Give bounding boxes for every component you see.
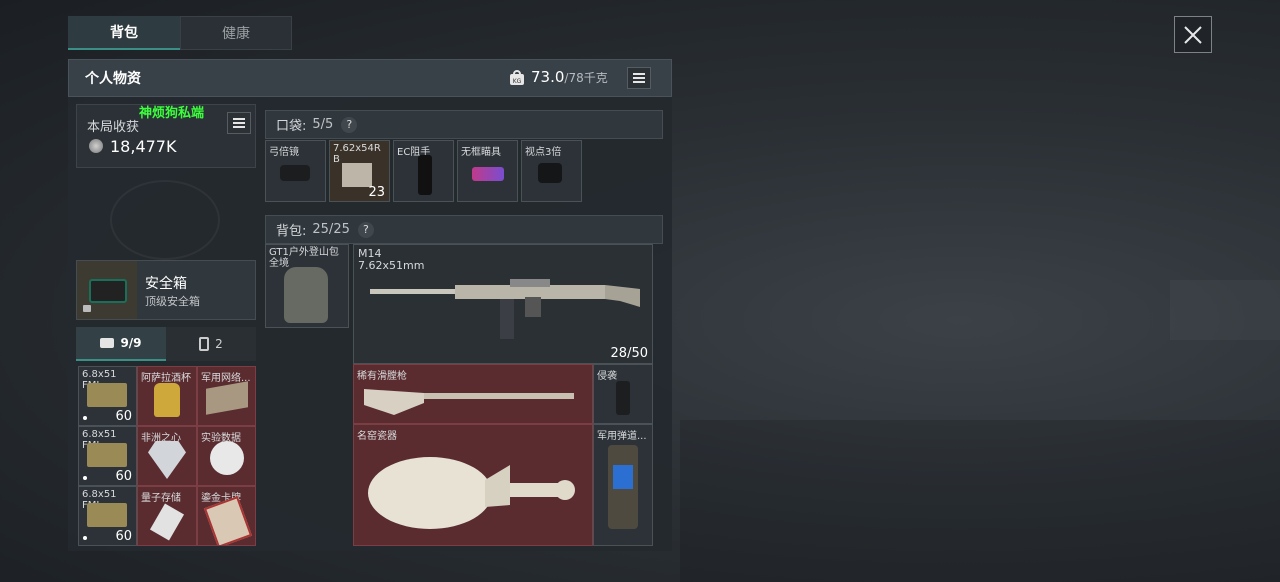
safe-box-title: 安全箱 <box>145 276 187 292</box>
background-crate <box>1170 280 1280 340</box>
pocket-slot[interactable]: 弓倍镜 <box>265 140 326 202</box>
emblem-watermark <box>110 180 220 260</box>
stash-slot[interactable]: 6.8x51 FMJ60 <box>78 486 137 546</box>
backpack-label: 背包: <box>276 224 307 239</box>
kg-weight-icon: KG <box>510 70 524 85</box>
stash-slot[interactable]: 阿萨拉酒杯 <box>137 366 197 426</box>
weight-indicator: KG 73.0 /78千克 <box>509 68 608 86</box>
stash-slot[interactable]: 6.8x51 FMJ60 <box>78 366 137 426</box>
list-icon <box>633 73 645 83</box>
grip-slot[interactable]: 侵袭 <box>593 364 653 424</box>
header-menu-button[interactable] <box>627 67 651 89</box>
item-count: 60 <box>115 529 132 544</box>
list-icon <box>233 118 245 128</box>
case-icon <box>199 337 210 351</box>
backpack-section-bar: 背包: 25/25 ? <box>265 215 663 244</box>
close-icon <box>1184 25 1202 44</box>
safe-box-image <box>77 261 137 319</box>
earnings-label: 本局收获 <box>87 120 140 135</box>
vase-image <box>368 457 575 529</box>
bag-slot[interactable]: GT1户外登山包 全境 <box>265 244 349 328</box>
pocket-count: 5/5 <box>312 117 334 132</box>
weight-max: /78千克 <box>564 70 608 85</box>
stash-slot[interactable]: 量子存储 <box>137 486 197 546</box>
stash-slot[interactable]: 实验数据 <box>197 426 256 486</box>
watermark-text: 神烦狗私端 <box>139 106 205 121</box>
weapon-slot-m14[interactable]: M14 7.62x51mm 28/50 <box>353 244 653 364</box>
personal-items-header: 个人物资 KG 73.0 /78千克 <box>68 59 672 97</box>
container-tab-label: 2 <box>215 337 223 351</box>
earnings-card: 本局收获 神烦狗私端 18,477K <box>76 104 256 168</box>
tab-health[interactable]: 健康 <box>180 16 292 50</box>
weight-current: 73.0 <box>531 68 565 86</box>
rifle-image <box>370 279 640 339</box>
page-title: 个人物资 <box>85 71 141 87</box>
pocket-section-bar: 口袋: 5/5 ? <box>265 110 663 139</box>
pocket-label: 口袋: <box>276 119 307 134</box>
pocket-slot[interactable]: EC阻手 <box>393 140 454 202</box>
stash-slot[interactable]: 6.8x51 FMJ60 <box>78 426 137 486</box>
pocket-slot[interactable]: 无框瞄具 <box>457 140 518 202</box>
backpack-count: 25/25 <box>312 222 350 237</box>
earnings-value: 18,477K <box>110 137 177 156</box>
stash-grid: 6.8x51 FMJ60 阿萨拉酒杯 军用网络... 6.8x51 FMJ60 … <box>78 366 258 546</box>
close-button[interactable] <box>1174 16 1212 53</box>
help-icon[interactable]: ? <box>341 116 358 133</box>
container-tab-label: 9/9 <box>120 336 142 350</box>
item-count: 60 <box>115 469 132 484</box>
item-count: 23 <box>368 185 385 200</box>
bag-label: GT1户外登山包 全境 <box>269 247 339 269</box>
toolbox-icon <box>100 338 115 348</box>
tab-backpack[interactable]: 背包 <box>68 16 180 50</box>
musket-image <box>364 389 574 415</box>
coin-icon <box>89 139 103 153</box>
pocket-slot[interactable]: 视点3倍 <box>521 140 582 202</box>
earnings-list-button[interactable] <box>227 112 251 134</box>
svg-text:KG: KG <box>513 78 522 85</box>
background-floor <box>680 420 1280 582</box>
musket-slot[interactable]: 稀有滑膛枪 <box>353 364 593 424</box>
stash-slot[interactable]: 军用网络... <box>197 366 256 426</box>
ammo-count: 28/50 <box>610 346 648 361</box>
stash-slot[interactable]: 非洲之心 <box>137 426 197 486</box>
container-tab-toolbox[interactable]: 9/9 <box>76 327 166 361</box>
radio-slot[interactable]: 军用弹道... <box>593 424 653 546</box>
help-icon[interactable]: ? <box>357 221 374 238</box>
lock-icon <box>83 305 91 312</box>
stash-slot[interactable]: 鎏金卡牌 <box>197 486 256 546</box>
container-tab-case[interactable]: 2 <box>166 327 256 361</box>
pocket-grid: 弓倍镜 7.62x54R B 23 EC阻手 无框瞄具 视点3倍 <box>265 140 585 202</box>
pocket-slot[interactable]: 7.62x54R B 23 <box>329 140 390 202</box>
item-count: 60 <box>115 409 132 424</box>
safe-box-subtitle: 顶级安全箱 <box>145 295 200 308</box>
vase-slot[interactable]: 名窑瓷器 <box>353 424 593 546</box>
safe-box-card[interactable]: 安全箱 顶级安全箱 <box>76 260 256 320</box>
